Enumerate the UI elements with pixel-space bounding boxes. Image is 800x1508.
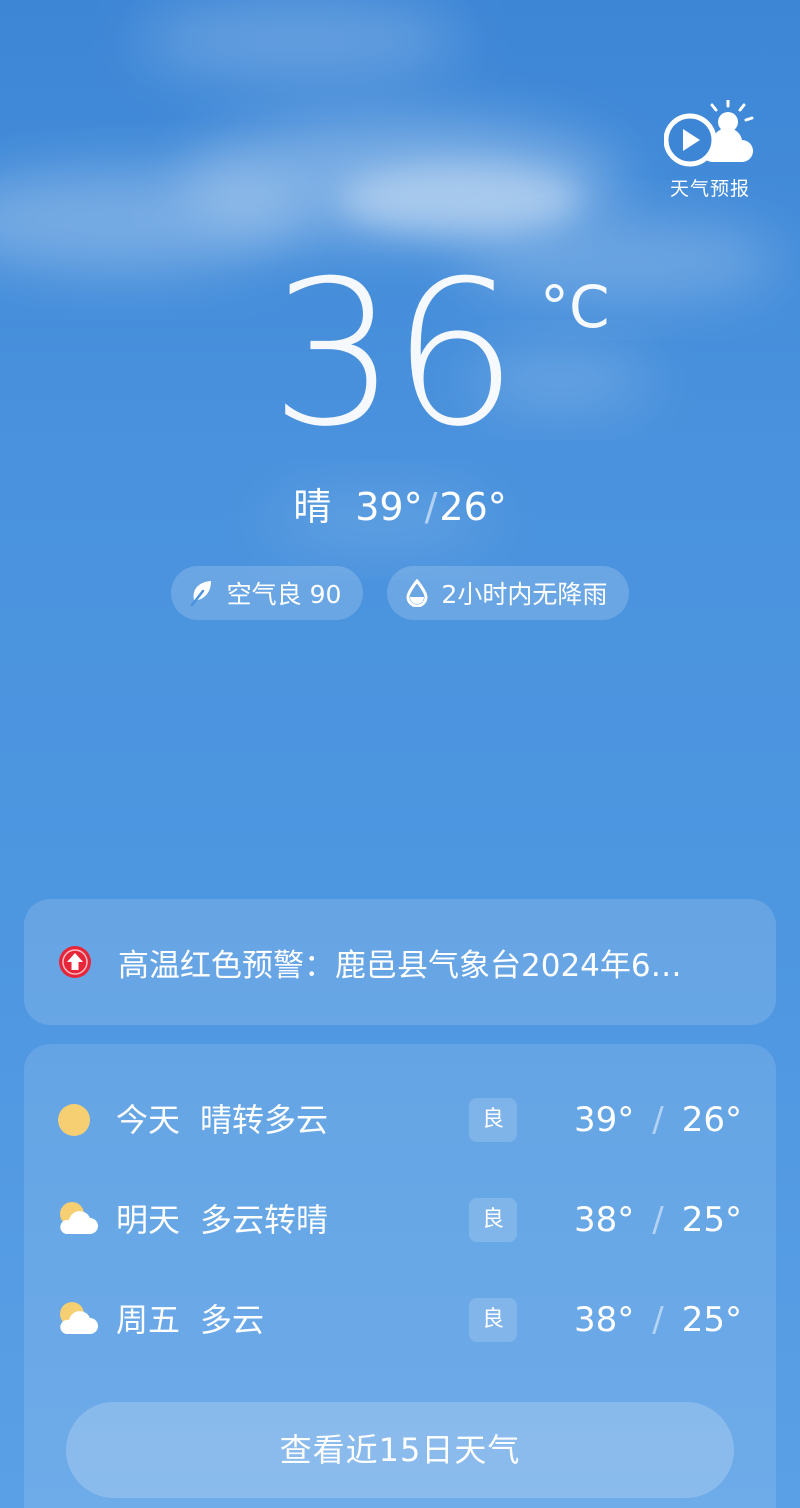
weather-alert-card[interactable]: 高温红色预警：鹿邑县气象台2024年6… bbox=[24, 899, 776, 1025]
temp-separator: / bbox=[652, 1200, 664, 1240]
forecast-day: 今天 bbox=[116, 1101, 181, 1139]
forecast-low: 25° bbox=[681, 1200, 742, 1240]
forecast-high: 38° bbox=[574, 1200, 635, 1240]
forecast-condition: 多云转晴 bbox=[200, 1201, 329, 1239]
today-low: 26° bbox=[439, 485, 507, 529]
view-15-day-button[interactable]: 查看近15日天气 bbox=[66, 1402, 734, 1498]
partly-cloudy-icon bbox=[56, 1300, 98, 1340]
forecast-low: 26° bbox=[681, 1100, 742, 1140]
aqi-badge: 良 bbox=[469, 1298, 517, 1342]
forecast-card: 今天 晴转多云 良 39° / 26° 明天 多云转晴 良 38° / 25° 周五 多… bbox=[24, 1044, 776, 1508]
forecast-temps: 38° / 25° bbox=[574, 1198, 742, 1242]
current-condition: 晴 bbox=[293, 485, 332, 529]
forecast-condition: 多云 bbox=[200, 1301, 265, 1339]
water-drop-icon bbox=[405, 579, 429, 607]
forecast-condition: 晴转多云 bbox=[200, 1101, 329, 1139]
today-summary: 晴 39°/26° bbox=[0, 482, 800, 532]
temperature-value: 36 bbox=[270, 238, 518, 471]
arrow-up-warning-icon bbox=[58, 945, 92, 979]
rain-forecast-label: 2小时内无降雨 bbox=[441, 580, 608, 609]
partly-cloudy-icon bbox=[56, 1200, 98, 1240]
temperature-unit: °C bbox=[540, 273, 610, 341]
temp-separator: / bbox=[424, 485, 438, 529]
forecast-temps: 38° / 25° bbox=[574, 1298, 742, 1342]
today-high: 39° bbox=[355, 485, 423, 529]
forecast-row-tomorrow[interactable]: 明天 多云转晴 良 38° / 25° bbox=[24, 1190, 776, 1250]
rain-forecast-chip[interactable]: 2小时内无降雨 bbox=[387, 566, 630, 620]
info-chips: 空气良 90 2小时内无降雨 bbox=[0, 566, 800, 620]
sun-icon bbox=[56, 1100, 92, 1140]
forecast-high: 39° bbox=[574, 1100, 635, 1140]
leaf-icon bbox=[189, 579, 215, 607]
aqi-badge: 良 bbox=[469, 1098, 517, 1142]
forecast-day: 周五 bbox=[116, 1301, 181, 1339]
temp-separator: / bbox=[652, 1100, 664, 1140]
video-forecast-label: 天气预报 bbox=[669, 178, 750, 200]
alert-text: 高温红色预警：鹿邑县气象台2024年6… bbox=[118, 947, 682, 984]
temp-separator: / bbox=[652, 1300, 664, 1340]
play-cloud-sun-icon bbox=[664, 100, 754, 167]
video-forecast-button[interactable]: 天气预报 bbox=[664, 100, 756, 201]
forecast-low: 25° bbox=[681, 1300, 742, 1340]
forecast-temps: 39° / 26° bbox=[574, 1098, 742, 1142]
forecast-row-friday[interactable]: 周五 多云 良 38° / 25° bbox=[24, 1290, 776, 1350]
air-quality-chip[interactable]: 空气良 90 bbox=[170, 566, 364, 620]
current-temperature: 36 °C bbox=[0, 250, 800, 460]
aqi-badge: 良 bbox=[469, 1198, 517, 1242]
forecast-day: 明天 bbox=[116, 1201, 181, 1239]
forecast-high: 38° bbox=[574, 1300, 635, 1340]
forecast-row-today[interactable]: 今天 晴转多云 良 39° / 26° bbox=[24, 1090, 776, 1150]
air-quality-label: 空气良 90 bbox=[226, 580, 342, 609]
